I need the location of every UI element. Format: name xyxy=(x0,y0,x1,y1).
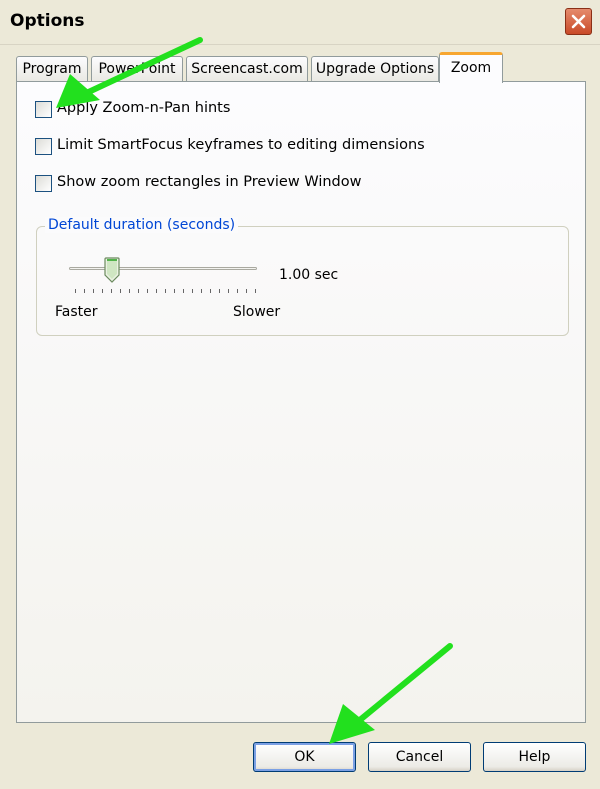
slider-tick xyxy=(219,289,220,293)
tab-upgrade-options[interactable]: Upgrade Options xyxy=(311,56,439,82)
slider-tick xyxy=(246,289,247,293)
zoom-n-pan-hints-label: Apply Zoom-n-Pan hints xyxy=(57,100,231,116)
smartfocus-limit-checkbox[interactable] xyxy=(35,138,52,155)
slider-tick xyxy=(255,289,256,293)
tab-screencast[interactable]: Screencast.com xyxy=(186,56,308,82)
slider-tick xyxy=(228,289,229,293)
slider-tick xyxy=(111,289,112,293)
slider-tick xyxy=(102,289,103,293)
slider-tick xyxy=(210,289,211,293)
cancel-button[interactable]: Cancel xyxy=(368,742,471,772)
zoom-n-pan-hints-checkbox[interactable] xyxy=(35,101,52,118)
slider-tick xyxy=(165,289,166,293)
window-title: Options xyxy=(10,11,85,31)
duration-slider-thumb[interactable] xyxy=(104,257,120,283)
slider-tick xyxy=(147,289,148,293)
slider-tick xyxy=(120,289,121,293)
slider-tick xyxy=(93,289,94,293)
slider-tick xyxy=(75,289,76,293)
tab-powerpoint[interactable]: PowerPoint xyxy=(91,56,183,82)
title-bar: Options xyxy=(0,0,600,45)
slider-tick xyxy=(84,289,85,293)
help-button[interactable]: Help xyxy=(483,742,586,772)
slower-label: Slower xyxy=(233,304,281,320)
slider-tick xyxy=(201,289,202,293)
ok-button[interactable]: OK xyxy=(253,742,356,772)
slider-tick xyxy=(138,289,139,293)
zoom-tab-panel: Apply Zoom-n-Pan hints Limit SmartFocus … xyxy=(16,81,586,723)
zoom-rectangles-checkbox[interactable] xyxy=(35,175,52,192)
duration-slider-track[interactable] xyxy=(69,267,257,270)
slider-tick xyxy=(156,289,157,293)
default-duration-group: Default duration (seconds) 1.00 sec Fast… xyxy=(36,217,569,336)
tab-zoom[interactable]: Zoom xyxy=(439,52,503,83)
faster-label: Faster xyxy=(55,304,98,320)
slider-tick xyxy=(192,289,193,293)
slider-tick xyxy=(183,289,184,293)
tab-program[interactable]: Program xyxy=(16,56,88,82)
close-button[interactable] xyxy=(565,8,592,35)
zoom-rectangles-label: Show zoom rectangles in Preview Window xyxy=(57,174,362,190)
smartfocus-limit-label: Limit SmartFocus keyframes to editing di… xyxy=(57,137,425,153)
slider-tick xyxy=(237,289,238,293)
duration-value: 1.00 sec xyxy=(279,267,339,283)
close-x-icon xyxy=(571,14,586,29)
slider-tick xyxy=(129,289,130,293)
default-duration-legend: Default duration (seconds) xyxy=(45,217,239,233)
slider-tick xyxy=(174,289,175,293)
duration-slider-ticks xyxy=(75,289,256,295)
